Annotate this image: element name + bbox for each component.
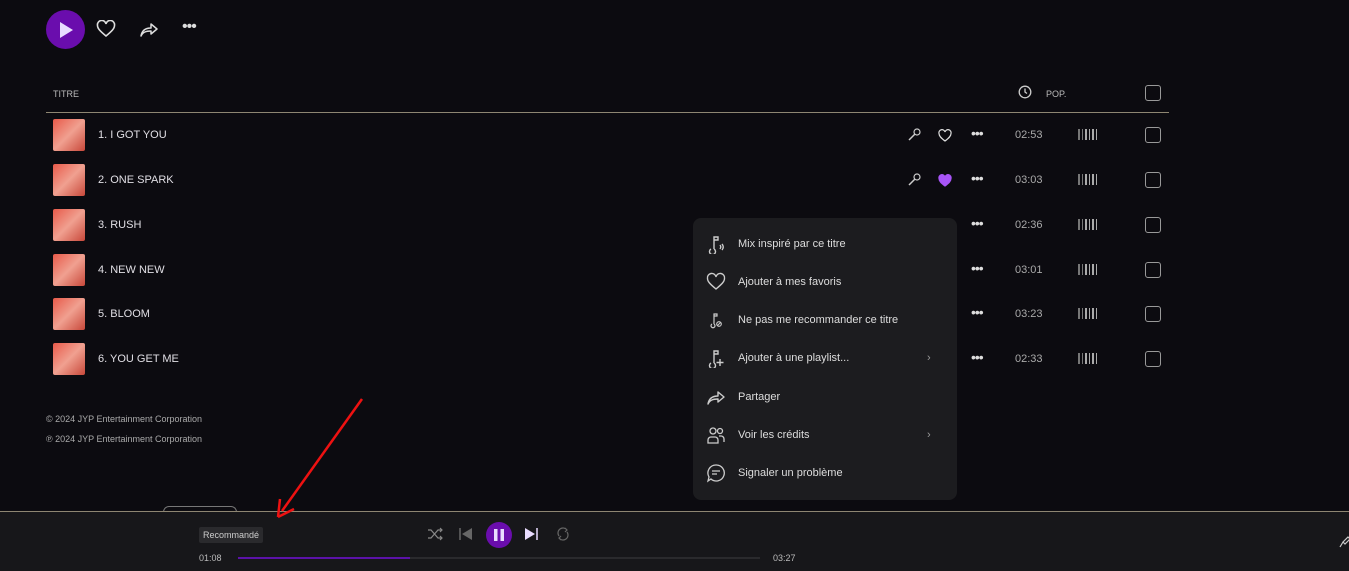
total-time: 03:27 [773, 553, 796, 563]
progress-fill [238, 557, 411, 559]
menu-item-mix[interactable]: Mix inspiré par ce titre [693, 225, 957, 263]
microphone-icon[interactable] [1339, 536, 1349, 550]
track-row[interactable]: 5. BLOOM ••• 03:23 [46, 292, 1169, 337]
menu-item-report[interactable]: Signaler un problème [693, 454, 957, 492]
track-duration: 02:33 [1015, 353, 1043, 365]
track-title[interactable]: 1. I GOT YOU [98, 129, 167, 141]
track-duration: 02:53 [1015, 129, 1043, 141]
track-title[interactable]: 3. RUSH [98, 219, 141, 231]
heart-icon[interactable] [938, 129, 952, 142]
track-row[interactable]: 3. RUSH ••• 02:36 [46, 203, 1169, 248]
heart-icon [706, 272, 726, 290]
popularity-column-header: POP. [1046, 89, 1067, 99]
menu-item-favorite[interactable]: Ajouter à mes favoris [693, 263, 957, 301]
track-row[interactable]: 2. ONE SPARK ••• 03:03 [46, 158, 1169, 203]
track-row[interactable]: 6. YOU GET ME ••• 02:33 [46, 337, 1169, 382]
popularity-bars [1078, 129, 1097, 140]
track-duration: 02:36 [1015, 219, 1043, 231]
popularity-bars [1078, 219, 1097, 230]
popularity-bars [1078, 353, 1097, 364]
album-cover [53, 164, 85, 196]
player-bar: Recommandé 01:08 03:27 [0, 511, 1349, 571]
tooltip: Recommandé [199, 527, 264, 543]
track-checkbox[interactable] [1145, 262, 1161, 278]
album-cover [53, 343, 85, 375]
chevron-right-icon: › [927, 429, 931, 441]
track-duration: 03:01 [1015, 264, 1043, 276]
lyrics-microphone-icon[interactable] [907, 173, 921, 187]
select-all-checkbox[interactable] [1145, 85, 1161, 101]
previous-icon[interactable] [459, 527, 473, 541]
more-options-button[interactable]: ••• [971, 304, 984, 320]
title-column-header: TITRE [53, 89, 79, 99]
track-duration: 03:03 [1015, 174, 1043, 186]
pause-icon [494, 529, 504, 541]
album-cover [53, 209, 85, 241]
more-options-button[interactable]: ••• [971, 260, 984, 276]
album-cover [53, 254, 85, 286]
share-icon [707, 391, 725, 405]
track-checkbox[interactable] [1145, 172, 1161, 188]
more-options-button[interactable]: ••• [971, 349, 984, 365]
music-block-icon [710, 313, 722, 329]
share-icon[interactable] [139, 20, 159, 38]
track-title[interactable]: 4. NEW NEW [98, 264, 165, 276]
popularity-bars [1078, 174, 1097, 185]
track-row[interactable]: 1. I GOT YOU ••• 02:53 [46, 113, 1169, 158]
popularity-bars [1078, 308, 1097, 319]
track-checkbox[interactable] [1145, 127, 1161, 143]
popularity-bars [1078, 264, 1097, 275]
more-options-button[interactable]: ••• [971, 170, 984, 186]
track-checkbox[interactable] [1145, 217, 1161, 233]
playlist-add-icon [708, 350, 724, 368]
track-checkbox[interactable] [1145, 306, 1161, 322]
annotation-arrow [276, 398, 364, 519]
progress-bar[interactable] [238, 557, 760, 559]
more-options-button[interactable]: ••• [971, 125, 984, 141]
album-cover [53, 298, 85, 330]
repeat-icon[interactable] [556, 527, 570, 541]
table-header: TITRE POP. [46, 80, 1169, 113]
menu-item-add-playlist[interactable]: Ajouter à une playlist... › [693, 339, 957, 377]
heart-icon[interactable] [938, 174, 952, 187]
more-options-button[interactable]: ••• [971, 215, 984, 231]
track-title[interactable]: 2. ONE SPARK [98, 174, 174, 186]
clock-icon [1018, 85, 1032, 99]
play-button[interactable] [46, 10, 85, 49]
music-mix-icon [708, 236, 724, 254]
play-icon [59, 21, 73, 38]
shuffle-icon[interactable] [427, 527, 443, 541]
elapsed-time: 01:08 [199, 553, 222, 563]
track-title[interactable]: 6. YOU GET ME [98, 353, 179, 365]
context-menu: Mix inspiré par ce titre Ajouter à mes f… [693, 218, 957, 500]
users-icon [707, 427, 725, 444]
track-duration: 03:23 [1015, 308, 1043, 320]
more-options-button[interactable]: ••• [182, 18, 197, 36]
track-checkbox[interactable] [1145, 351, 1161, 367]
track-title[interactable]: 5. BLOOM [98, 308, 150, 320]
menu-item-share[interactable]: Partager [693, 378, 957, 416]
phonogram-copyright: ℗ 2024 JYP Entertainment Corporation [46, 434, 203, 444]
heart-icon[interactable] [96, 20, 116, 38]
lyrics-microphone-icon[interactable] [907, 128, 921, 142]
menu-item-credits[interactable]: Voir les crédits › [693, 416, 957, 454]
menu-item-dont-recommend[interactable]: Ne pas me recommander ce titre [693, 301, 957, 339]
album-cover [53, 119, 85, 151]
message-icon [706, 464, 725, 483]
track-row[interactable]: 4. NEW NEW ••• 03:01 [46, 248, 1169, 293]
chevron-right-icon: › [927, 352, 931, 364]
next-icon[interactable] [524, 527, 538, 541]
copyright: © 2024 JYP Entertainment Corporation [46, 414, 203, 424]
pause-button[interactable] [486, 522, 512, 548]
